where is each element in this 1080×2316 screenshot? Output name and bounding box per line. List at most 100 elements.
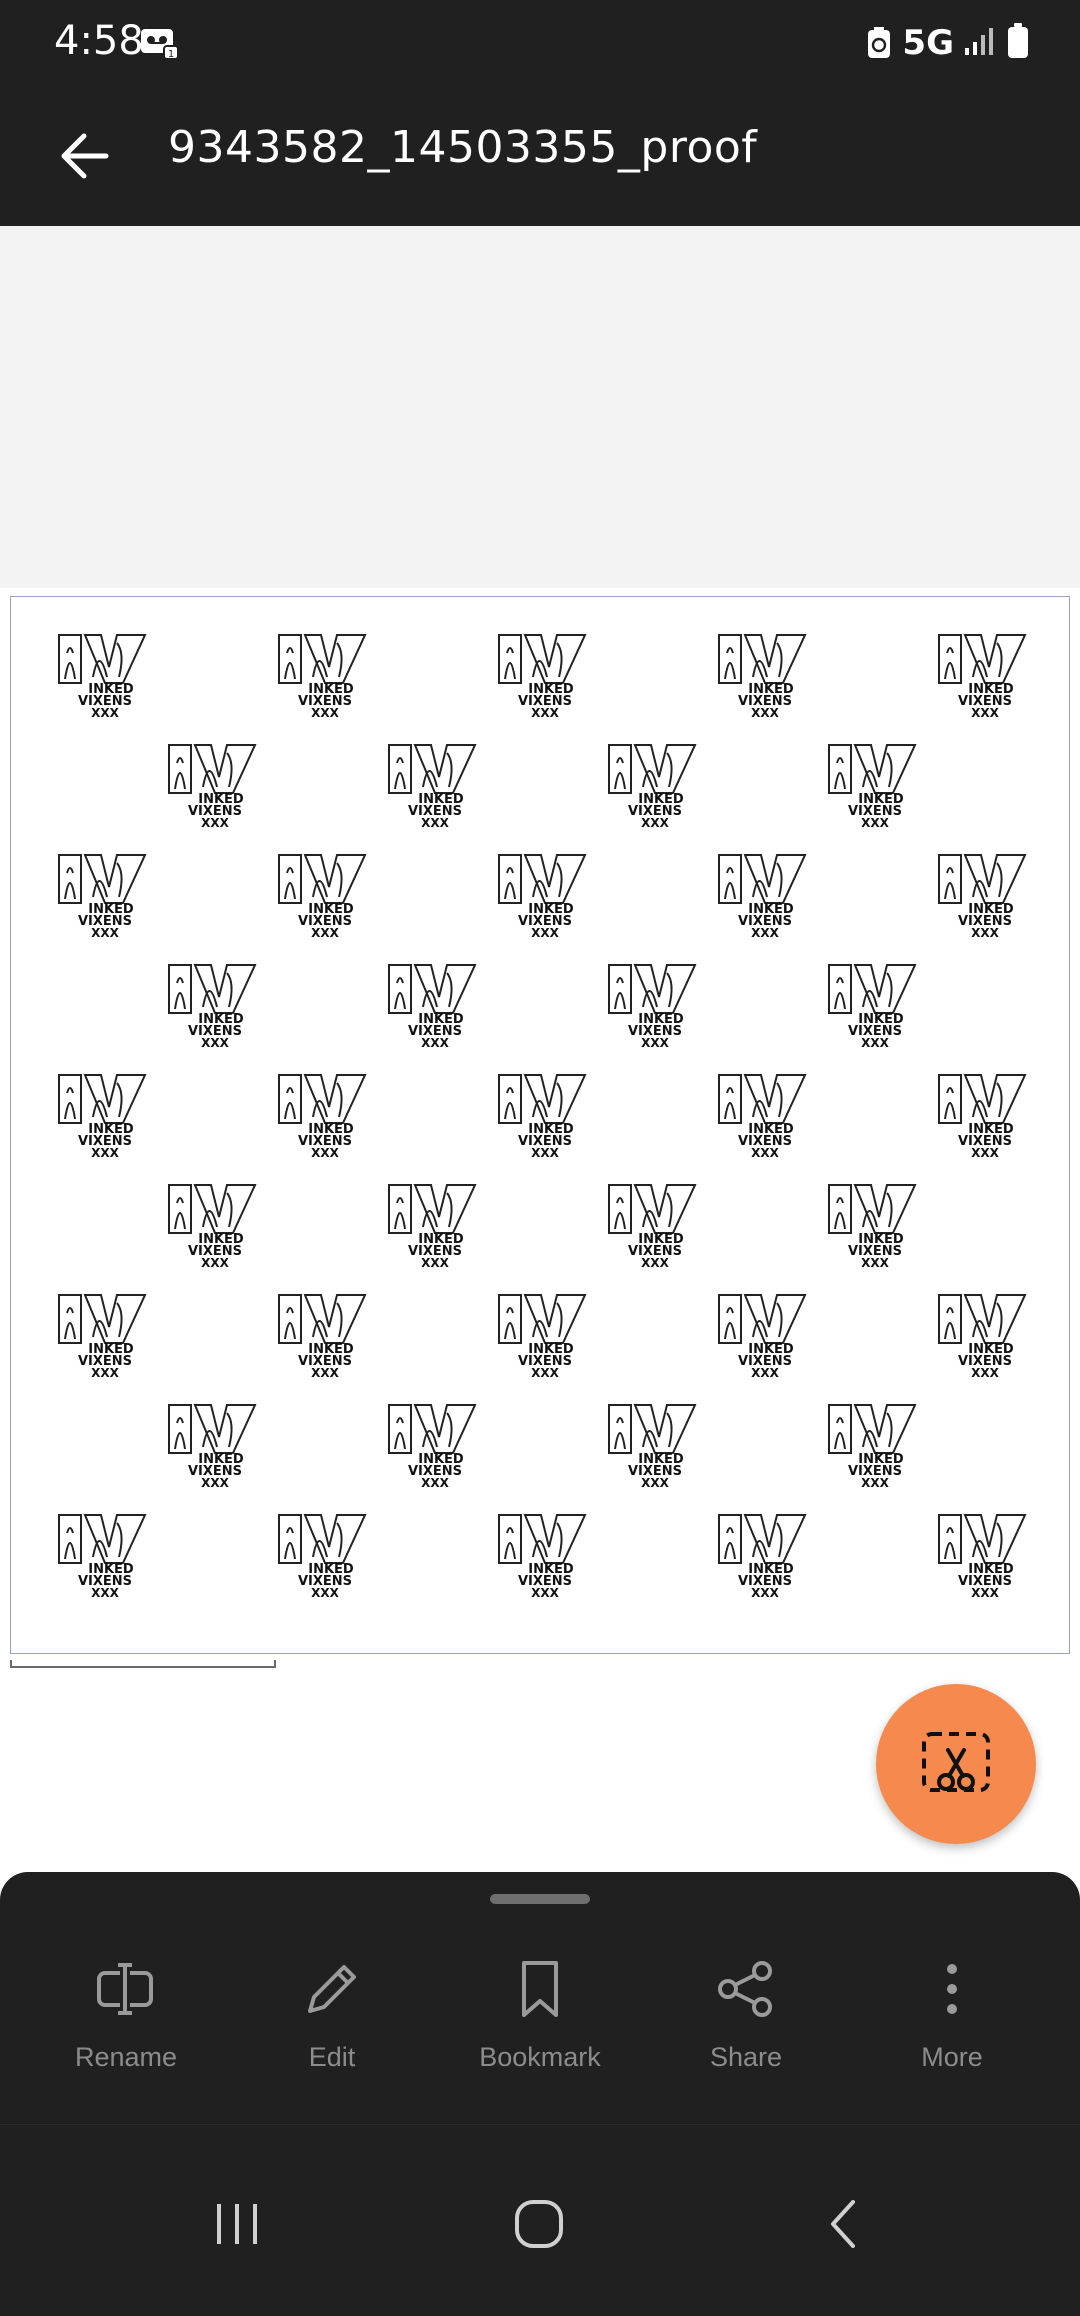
back-icon: [831, 2200, 855, 2248]
share-button[interactable]: Share: [656, 1958, 836, 2098]
logo-tile: INKEDVIXENSXXX: [938, 1074, 1027, 1160]
proof-frame: INKED VIXENS XXX INKED VIXENS XXX INKED VIXENS X…: [10, 596, 1070, 1654]
logo-text: XXX: [531, 706, 560, 720]
logo-tile: INKEDVIXENSXXX: [828, 964, 917, 1050]
logo-text: XXX: [751, 1366, 780, 1380]
image-viewer[interactable]: INKED VIXENS XXX INKED VIXENS XXX INKED VIXENS X…: [0, 226, 1080, 1888]
recents-button[interactable]: [192, 2189, 282, 2259]
logo-text: XXX: [971, 1146, 1000, 1160]
logo-tile: INKEDVIXENSXXX: [388, 1184, 477, 1270]
logo-text: XXX: [971, 1586, 1000, 1600]
logo-text: XXX: [201, 816, 230, 830]
action-sheet: Rename Edit Bookmark Share More: [0, 1872, 1080, 2124]
logo-tile: INKEDVIXENSXXX: [388, 744, 477, 830]
proof-scale-bar: [10, 1660, 276, 1668]
logo-tile: INKEDVIXENSXXX: [828, 1404, 917, 1490]
logo-tile: INKEDVIXENSXXX: [718, 854, 807, 940]
status-time: 4:58: [54, 18, 144, 64]
logo-text: XXX: [971, 1366, 1000, 1380]
logo-text: XXX: [91, 926, 120, 940]
logo-tile: INKEDVIXENSXXX: [58, 1294, 147, 1380]
battery-icon: [1006, 22, 1030, 64]
logo-tile: INKEDVIXENSXXX: [168, 1404, 257, 1490]
logo-text: XXX: [531, 926, 560, 940]
scissors-crop-icon: [922, 1732, 990, 1792]
recycle-icon: [866, 26, 892, 60]
logo-text: XXX: [311, 926, 340, 940]
logo-text: XXX: [91, 706, 120, 720]
logo-tile: INKEDVIXENSXXX: [498, 854, 587, 940]
logo-tile: INKEDVIXENSXXX: [608, 1184, 697, 1270]
logo-text: XXX: [751, 1586, 780, 1600]
logo-tile: INKEDVIXENSXXX: [718, 634, 807, 720]
more-button[interactable]: More: [862, 1958, 1042, 2098]
logo-text: XXX: [91, 1366, 120, 1380]
logo-tile: INKEDVIXENSXXX: [168, 744, 257, 830]
logo-tile: INKEDVIXENSXXX: [828, 744, 917, 830]
logo-tile: INKEDVIXENSXXX: [718, 1514, 807, 1600]
logo-tile: INKEDVIXENSXXX: [608, 964, 697, 1050]
network-label: 5G: [902, 23, 954, 63]
share-label: Share: [709, 2042, 783, 2072]
sheet-handle[interactable]: [490, 1894, 590, 1904]
home-button[interactable]: [494, 2189, 584, 2259]
logo-tile: INKEDVIXENSXXX: [498, 1294, 587, 1380]
logo-tile: INKEDVIXENSXXX: [278, 854, 367, 940]
logo-tile: INKEDVIXENSXXX: [278, 1074, 367, 1160]
logo-text: XXX: [421, 1476, 450, 1490]
logo-tile: INKEDVIXENSXXX: [938, 634, 1027, 720]
voicemail-icon: 1: [140, 26, 180, 65]
logo-tile: INKEDVIXENSXXX: [58, 1074, 147, 1160]
back-button[interactable]: [44, 116, 124, 196]
logo-tile: INKEDVIXENSXXX: [388, 964, 477, 1050]
logo-text: XXX: [641, 1476, 670, 1490]
bookmark-icon: [509, 1958, 571, 2020]
logo-text: XXX: [641, 1036, 670, 1050]
share-icon: [715, 1958, 777, 2020]
logo-tile: INKEDVIXENSXXX: [58, 854, 147, 940]
logo-tile: INKEDVIXENSXXX: [278, 1514, 367, 1600]
logo-tile: INKEDVIXENSXXX: [498, 1074, 587, 1160]
logo-tile: INKEDVIXENSXXX: [58, 1514, 147, 1600]
logo-text: XXX: [531, 1146, 560, 1160]
logo-tile: INKEDVIXENSXXX: [498, 1514, 587, 1600]
logo-tile: INKEDVIXENSXXX: [278, 634, 367, 720]
home-icon: [515, 2200, 563, 2248]
rename-icon: [95, 1958, 157, 2020]
nav-back-button[interactable]: [798, 2189, 888, 2259]
logo-tile: INKEDVIXENSXXX: [828, 1184, 917, 1270]
logo-tile: INKEDVIXENSXXX: [718, 1294, 807, 1380]
logo-text: XXX: [751, 706, 780, 720]
logo-text: XXX: [971, 706, 1000, 720]
logo-text: XXX: [971, 926, 1000, 940]
logo-text: XXX: [311, 1586, 340, 1600]
status-bar: 4:58 1 5G: [0, 0, 1080, 86]
logo-text: XXX: [201, 1476, 230, 1490]
logo-tile: INKEDVIXENSXXX: [498, 634, 587, 720]
logo-tile: INKEDVIXENSXXX: [168, 1184, 257, 1270]
edit-label: Edit: [308, 2042, 356, 2072]
logo-text: XXX: [861, 1256, 890, 1270]
svg-text:1: 1: [168, 49, 174, 60]
logo-text: XXX: [531, 1586, 560, 1600]
logo-text: XXX: [861, 1476, 890, 1490]
logo-tile: INKEDVIXENSXXX: [58, 634, 147, 720]
logo-tile: INKEDVIXENSXXX: [718, 1074, 807, 1160]
logo-text: XXX: [421, 1036, 450, 1050]
edit-button[interactable]: Edit: [242, 1958, 422, 2098]
logo-text: XXX: [91, 1586, 120, 1600]
bookmark-label: Bookmark: [479, 2042, 601, 2072]
bookmark-button[interactable]: Bookmark: [450, 1958, 630, 2098]
logo-text: XXX: [311, 1146, 340, 1160]
logo-text: XXX: [751, 926, 780, 940]
recents-icon: [217, 2204, 257, 2244]
logo-tile: INKEDVIXENSXXX: [608, 1404, 697, 1490]
rename-button[interactable]: Rename: [36, 1958, 216, 2098]
status-indicators: 5G: [866, 22, 1030, 64]
rename-label: Rename: [74, 2042, 178, 2072]
logo-tile: INKEDVIXENSXXX: [168, 964, 257, 1050]
logo-text: XXX: [641, 1256, 670, 1270]
logo-tile: INKEDVIXENSXXX: [278, 1294, 367, 1380]
logo-text: XXX: [861, 816, 890, 830]
capture-fab[interactable]: [876, 1684, 1036, 1844]
